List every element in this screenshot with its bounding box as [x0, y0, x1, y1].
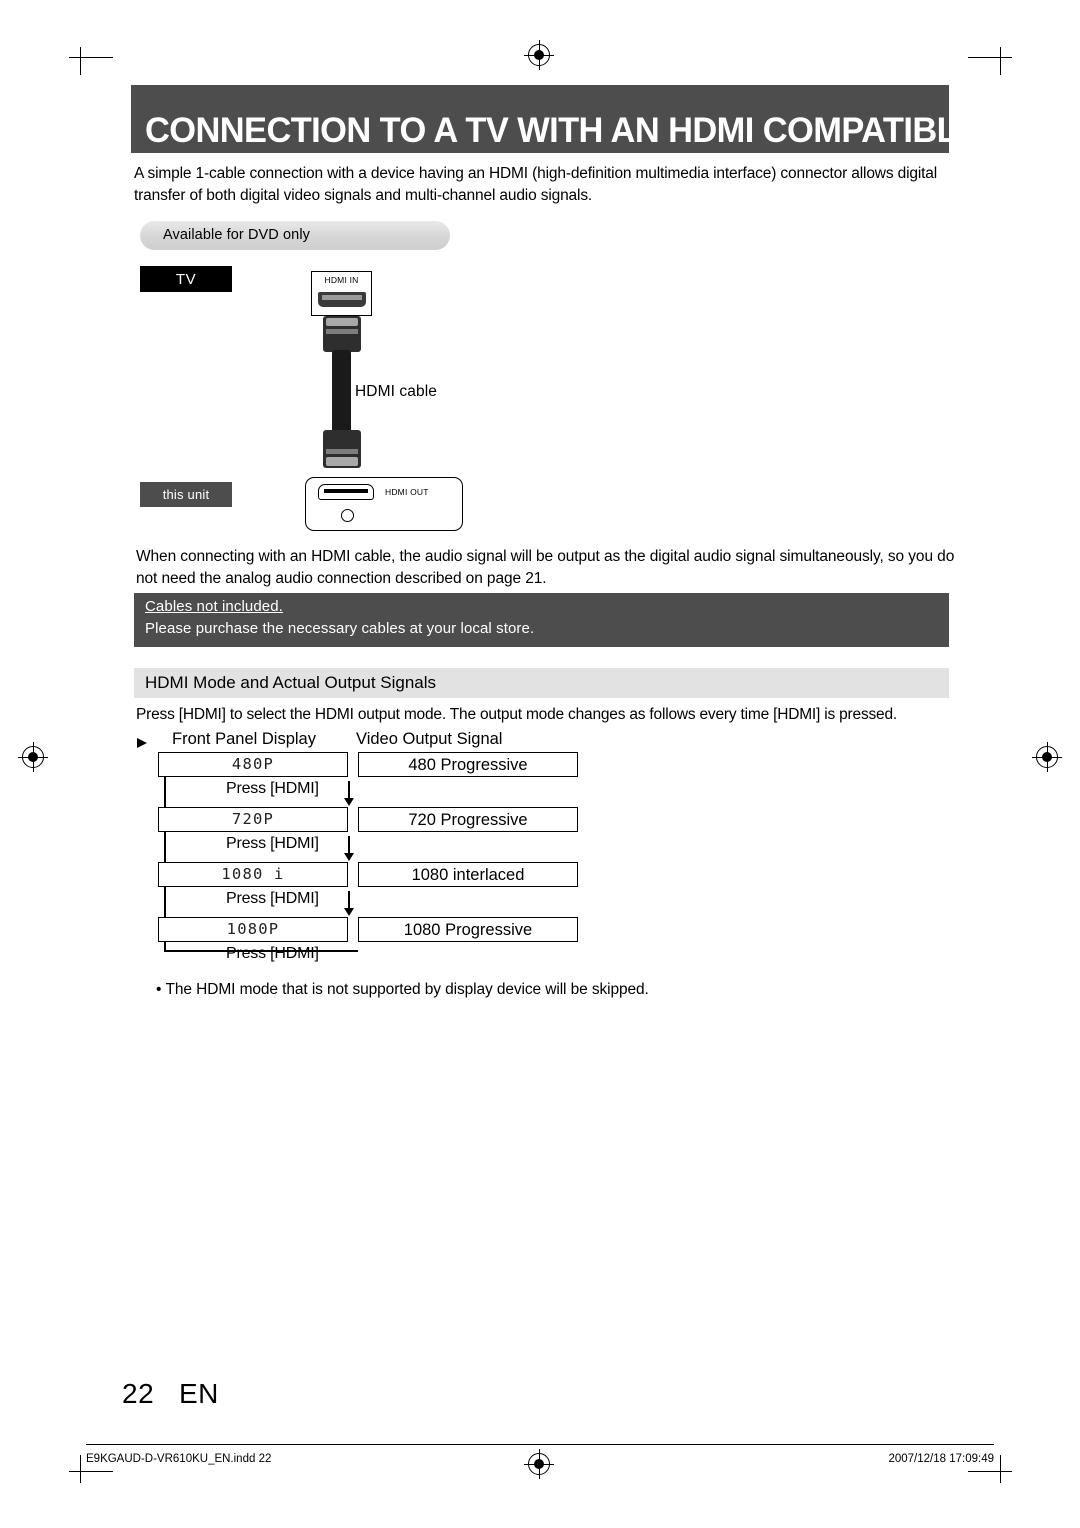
table-header-front-panel: Front Panel Display [172, 730, 316, 748]
video-output-signal-value: 1080 Progressive [403, 921, 533, 939]
table-row: 480 Progressive [358, 752, 578, 777]
table-row: 480P [158, 752, 348, 777]
video-output-signal-value: 720 Progressive [408, 811, 528, 829]
press-hdmi-label: Press [HDMI] [226, 890, 319, 907]
table-row: 720 Progressive [358, 807, 578, 832]
page-title: CONNECTION TO A TV WITH AN HDMI COMPATIB… [145, 110, 1080, 150]
hdmi-out-label: HDMI OUT [385, 487, 429, 497]
unit-rear-panel: HDMI OUT [305, 477, 463, 531]
tv-hdmi-in-label: HDMI IN [324, 275, 359, 285]
flow-arrow-down-icon [344, 836, 354, 861]
hdmi-plug-top-icon [323, 316, 361, 352]
front-panel-display-value: 1080 i [221, 865, 285, 883]
cables-note-heading: Cables not included. [145, 598, 283, 615]
page-language: EN [179, 1378, 219, 1409]
table-row: 1080 interlaced [358, 862, 578, 887]
tv-hdmi-in-jack: HDMI IN [311, 271, 372, 316]
flow-arrow-down-icon [344, 781, 354, 806]
table-row: 1080 i [158, 862, 348, 887]
page-number: 22 EN [122, 1378, 219, 1410]
cables-note-text: Please purchase the necessary cables at … [145, 620, 535, 637]
table-row: 1080P [158, 917, 348, 942]
front-panel-display-value: 480P [231, 755, 275, 773]
footnote-bullet-icon: • [156, 981, 162, 998]
press-hdmi-label: Press [HDMI] [226, 835, 319, 852]
section-subheading: HDMI Mode and Actual Output Signals [145, 673, 437, 692]
hdmi-mode-table: Front Panel Display Video Output Signal … [137, 730, 578, 972]
crop-mark-vert-bottom-right [1000, 1455, 1001, 1483]
crop-mark-top-left-h [69, 57, 113, 58]
crop-mark-bottom-right-h [968, 1471, 1012, 1472]
cables-note-box: Cables not included. Please purchase the… [134, 593, 949, 647]
video-output-signal-value: 1080 interlaced [411, 866, 525, 884]
tv-label: TV [140, 266, 232, 292]
video-output-signal-value: 480 Progressive [408, 756, 528, 774]
hdmi-out-port-icon [318, 484, 374, 500]
page-title-bar: CONNECTION TO A TV WITH AN HDMI COMPATIB… [131, 85, 1080, 153]
page-number-value: 22 [122, 1378, 155, 1409]
registration-mark-left [18, 742, 48, 772]
available-for-dvd-label: Available for DVD only [163, 227, 311, 243]
front-panel-display-value: 1080P [226, 920, 280, 938]
footer-filename: E9KGAUD-D-VR610KU_EN.indd 22 [86, 1453, 272, 1465]
crop-mark-vert-left [80, 47, 81, 75]
footer-timestamp: 2007/12/18 17:09:49 [888, 1453, 994, 1465]
flow-arrow-down-icon [344, 891, 354, 916]
crop-mark-bottom-left-h [69, 1471, 113, 1472]
table-arrow-icon [137, 738, 147, 748]
panel-connector-icon [341, 509, 354, 522]
press-hdmi-label: Press [HDMI] [226, 945, 319, 962]
crop-mark-vert-right [1000, 47, 1001, 75]
available-for-dvd-badge: Available for DVD only [140, 221, 450, 250]
hdmi-cable-icon [332, 350, 351, 434]
table-row: 1080 Progressive [358, 917, 578, 942]
registration-mark-right [1032, 742, 1062, 772]
table-row: 720P [158, 807, 348, 832]
table-header-video-output: Video Output Signal [356, 730, 503, 748]
footnote-text: • The HDMI mode that is not supported by… [156, 981, 649, 999]
hdmi-port-icon [318, 292, 366, 307]
registration-mark-bottom [524, 1449, 554, 1479]
footnote-label: The HDMI mode that is not supported by d… [165, 981, 649, 998]
section-subheading-bar: HDMI Mode and Actual Output Signals [134, 668, 949, 698]
hdmi-plug-bottom-icon [323, 430, 361, 468]
intro-paragraph: A simple 1-cable connection with a devic… [134, 165, 938, 204]
footer-divider [86, 1444, 994, 1445]
front-panel-display-value: 720P [231, 810, 275, 828]
registration-mark-top [524, 40, 554, 70]
hdmi-cable-caption: HDMI cable [355, 383, 437, 400]
section-paragraph: Press [HDMI] to select the HDMI output m… [136, 706, 897, 723]
crop-mark-top-right-h [968, 57, 1012, 58]
paragraph-audio-note: When connecting with an HDMI cable, the … [136, 548, 955, 587]
this-unit-label: this unit [140, 482, 232, 507]
press-hdmi-label: Press [HDMI] [226, 780, 319, 797]
crop-mark-vert-bottom-left [80, 1455, 81, 1483]
